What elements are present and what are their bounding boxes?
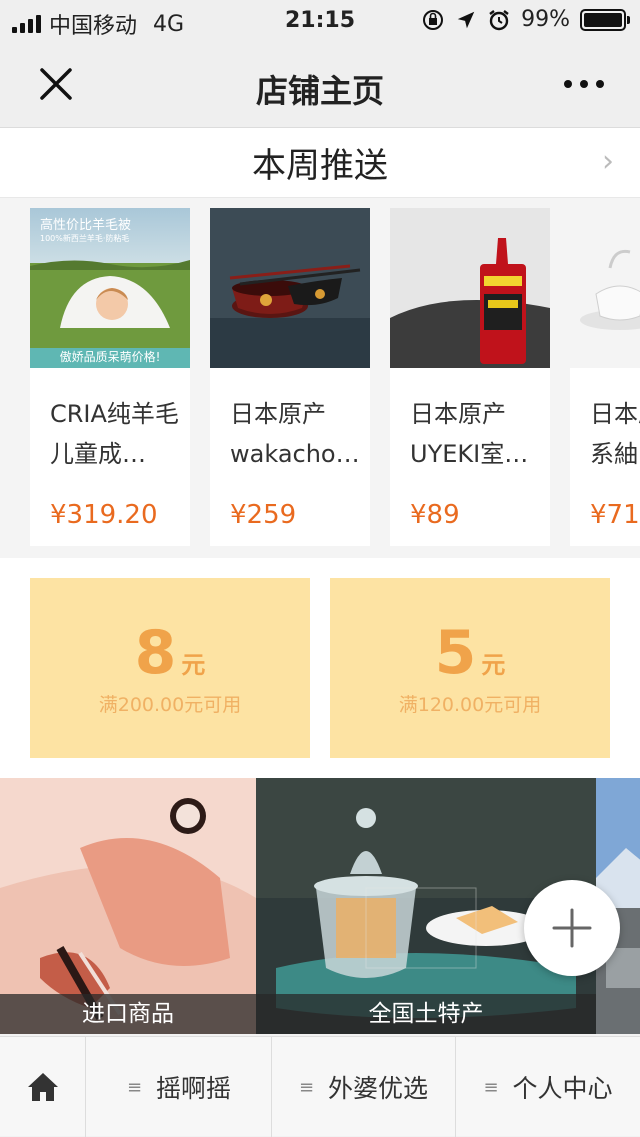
product-name: 日本原产…系紬… [590,400,640,468]
coupon-condition: 满120.00元可用 [398,694,542,716]
status-right: 99% [421,7,630,32]
tab-grandma-picks[interactable]: ≡ 外婆优选 [272,1037,456,1137]
home-icon [27,1073,58,1101]
battery-percent: 99% [521,7,570,32]
product-card[interactable]: 日本原产…系紬… ¥71 [570,208,640,546]
add-button[interactable] [524,880,620,976]
coupon-amount: 5 元 [330,618,610,688]
category-label: 进口商品 [0,994,256,1034]
location-icon [457,11,475,28]
page-title: 店铺主页 [255,72,384,110]
bottom-tab-bar: ≡ 摇啊摇 ≡ 外婆优选 ≡ 个人中心 [0,1036,640,1137]
product-image-bowls [210,208,370,368]
product-price: ¥259 [230,500,297,530]
tab-label: 个人中心 [512,1074,613,1103]
product-name: 日本原产UYEKI室… [410,400,529,468]
battery-icon [580,8,630,31]
product-name: 日本原产wakacho… [230,400,360,468]
tab-label: 外婆优选 [328,1074,429,1103]
plus-icon [552,908,592,948]
coupon-section: 8 元 满200.00元可用 5 元 满120.00元可用 [0,558,640,778]
coupon-value: 5 [434,618,477,688]
weekly-push-header[interactable]: 本周推送 › [0,128,640,198]
alarm-icon [489,9,509,30]
coupon-card[interactable]: 5 元 满120.00元可用 [330,578,610,758]
banner-subtitle: 100%新西兰羊毛·防粘毛 [40,234,130,243]
status-bar: 中国移动 4G 21:15 99% [0,0,640,40]
banner-bottom: 傲娇品质呆萌价格! [59,350,161,364]
coupon-value: 8 [134,618,177,688]
product-card[interactable]: 日本原产UYEKI室… ¥89 [390,208,550,546]
product-price: ¥89 [410,500,460,530]
menu-icon: ≡ [298,1076,315,1098]
product-price: ¥319.20 [50,500,158,530]
category-imported-goods[interactable]: 进口商品 [0,778,256,1034]
product-image-bottle [390,208,550,368]
tab-label: 摇啊摇 [156,1074,232,1103]
more-options-icon[interactable] [564,80,604,88]
tab-home[interactable] [0,1037,86,1137]
menu-icon: ≡ [126,1076,143,1098]
section-title: 本周推送 [252,146,388,186]
product-card[interactable]: 高性价比羊毛被 100%新西兰羊毛·防粘毛 傲娇品质呆萌价格! CRIA纯羊毛儿… [30,208,190,546]
product-price: ¥71 [590,500,640,530]
coupon-unit: 元 [481,651,506,679]
product-carousel[interactable]: 高性价比羊毛被 100%新西兰羊毛·防粘毛 傲娇品质呆萌价格! CRIA纯羊毛儿… [0,198,640,558]
category-label: 全国土特产 [256,994,596,1034]
product-card[interactable]: 日本原产wakacho… ¥259 [210,208,370,546]
coupon-amount: 8 元 [30,618,310,688]
coupon-unit: 元 [181,651,206,679]
product-image-tableware [570,208,640,368]
banner-title: 高性价比羊毛被 [40,218,132,233]
tab-profile[interactable]: ≡ 个人中心 [456,1037,640,1137]
menu-icon: ≡ [483,1076,499,1098]
coupon-card[interactable]: 8 元 满200.00元可用 [30,578,310,758]
product-image-wool-quilt: 高性价比羊毛被 100%新西兰羊毛·防粘毛 傲娇品质呆萌价格! [30,208,190,368]
rotation-lock-icon [423,9,444,30]
coupon-condition: 满200.00元可用 [98,694,242,716]
product-name: CRIA纯羊毛儿童成… [50,400,179,468]
navigation-bar: 店铺主页 [0,40,640,128]
tab-shake[interactable]: ≡ 摇啊摇 [87,1037,272,1137]
chevron-right-icon: › [602,144,614,179]
